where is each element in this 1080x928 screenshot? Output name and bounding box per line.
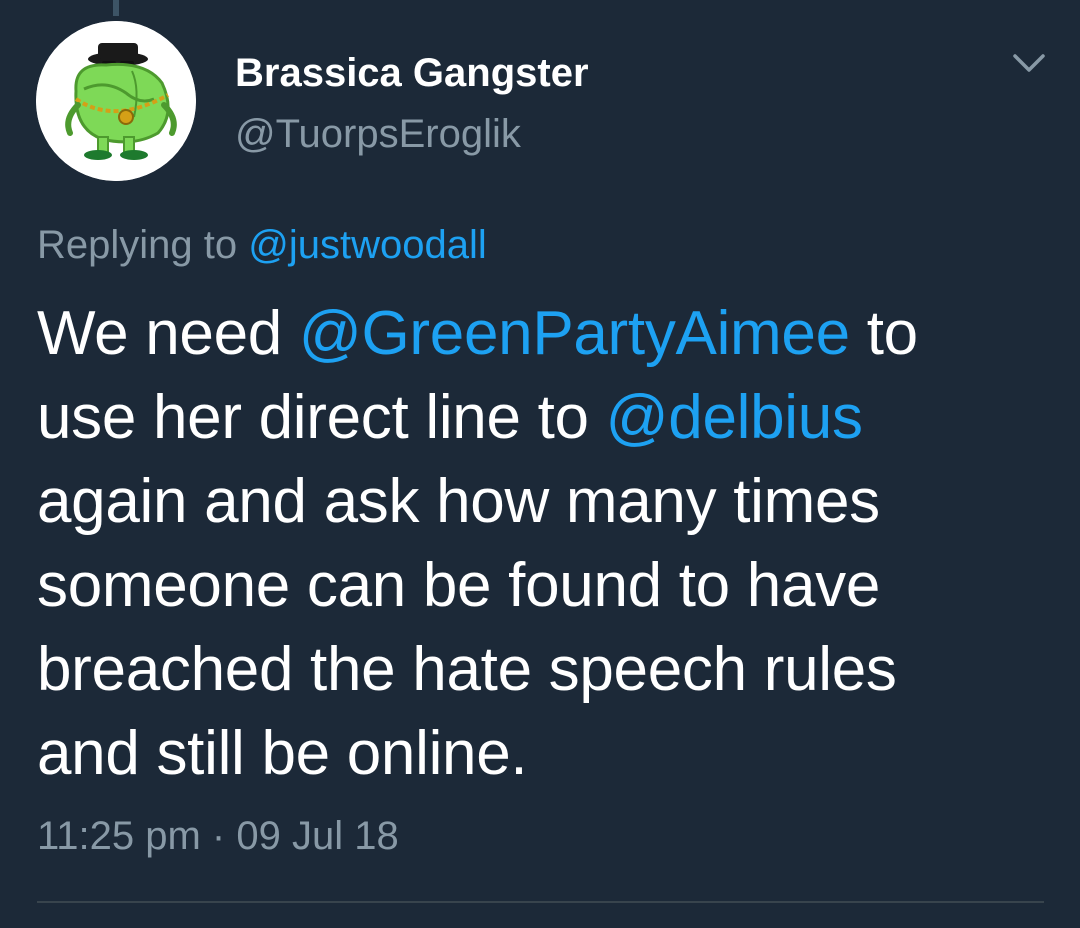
tweet-text-segment: We need — [37, 299, 299, 368]
tweet-text-segment: to — [849, 299, 918, 368]
reply-mention-link[interactable]: @justwoodall — [248, 223, 487, 267]
reply-context: Replying to @justwoodall — [37, 221, 487, 269]
avatar[interactable] — [36, 21, 196, 181]
divider — [37, 901, 1044, 903]
mention-link-delbius[interactable]: @delbius — [606, 383, 863, 452]
tweet-line: again and ask how many times — [37, 467, 880, 536]
timestamp-time: 11:25 pm — [37, 814, 201, 858]
tweet-line: someone can be found to have — [37, 551, 881, 620]
tweet-timestamp[interactable]: 11:25 pm · 09 Jul 18 — [37, 812, 399, 860]
tweet-line: and still be online. — [37, 719, 528, 788]
tweet-line: use her direct line to @delbius — [37, 376, 1047, 460]
timestamp-separator: · — [200, 814, 237, 858]
timestamp-date: 09 Jul 18 — [236, 814, 399, 858]
author-handle[interactable]: @TuorpsEroglik — [235, 110, 521, 158]
tweet-text: We need @GreenPartyAimee to use her dire… — [37, 292, 1047, 796]
mention-link-greenpartyaimee[interactable]: @GreenPartyAimee — [299, 299, 850, 368]
reply-prefix: Replying to — [37, 223, 238, 267]
chevron-down-icon[interactable] — [1011, 50, 1047, 76]
author-display-name[interactable]: Brassica Gangster — [235, 49, 589, 97]
tweet-text-segment: use her direct line to — [37, 383, 606, 452]
tweet-line: We need @GreenPartyAimee to — [37, 292, 1047, 376]
tweet-line: breached the hate speech rules — [37, 635, 897, 704]
thread-connector-line — [113, 0, 119, 16]
brassica-gangster-avatar-icon — [36, 21, 196, 181]
